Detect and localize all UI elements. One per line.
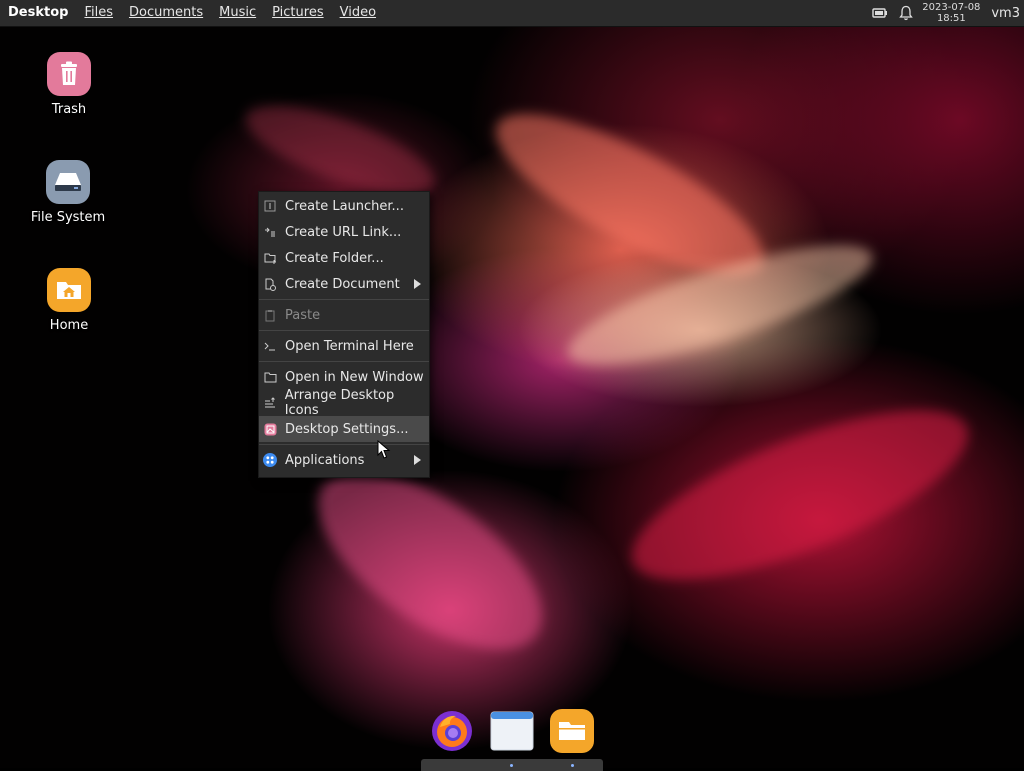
menu-item-label: Create Launcher... — [285, 198, 404, 214]
menu-item-label: Open Terminal Here — [285, 338, 414, 354]
launcher-icon — [263, 199, 277, 213]
menu-item-open-new-window[interactable]: Open in New Window — [259, 364, 429, 390]
menu-item-create-document[interactable]: Create Document — [259, 271, 429, 297]
menu-item-applications[interactable]: Applications — [259, 447, 429, 473]
submenu-arrow-icon — [414, 455, 421, 465]
window-icon — [490, 711, 534, 751]
drive-icon — [46, 160, 90, 204]
mouse-cursor-icon — [377, 440, 391, 459]
menu-item-create-folder[interactable]: Create Folder... — [259, 245, 429, 271]
menu-item-create-launcher[interactable]: Create Launcher... — [259, 193, 429, 219]
desktop-icon-trash[interactable]: Trash — [24, 52, 114, 117]
menu-item-label: Create Document — [285, 276, 400, 292]
paste-icon — [263, 308, 277, 322]
new-folder-icon — [263, 251, 277, 265]
new-document-icon — [263, 277, 277, 291]
home-folder-icon — [47, 268, 91, 312]
notification-bell-icon[interactable] — [893, 0, 919, 26]
files-icon — [559, 722, 585, 740]
dock-running-indicator — [571, 764, 574, 767]
menu-video[interactable]: Video — [332, 0, 384, 26]
user-menu[interactable]: vm3 — [983, 6, 1024, 21]
menu-documents[interactable]: Documents — [121, 0, 211, 26]
menu-separator — [259, 330, 429, 331]
menu-pictures-label: Pictures — [272, 5, 324, 20]
dock-window-app[interactable] — [490, 709, 534, 753]
menu-documents-label: Documents — [128, 5, 204, 20]
menu-desktop[interactable]: Desktop — [0, 0, 76, 26]
menu-item-label: Create Folder... — [285, 250, 384, 266]
menu-item-paste[interactable]: Paste — [259, 302, 429, 328]
menu-music[interactable]: Music — [211, 0, 264, 26]
menu-item-label: Arrange Desktop Icons — [284, 388, 395, 418]
menu-item-label: Create URL Link... — [285, 224, 402, 240]
terminal-icon — [263, 339, 277, 353]
desktop-icon-label: File System — [30, 210, 106, 225]
clock-date: 2023-07-08 — [922, 2, 981, 13]
desktop-context-menu: Create Launcher... Create URL Link... Cr… — [258, 191, 430, 478]
menu-pictures[interactable]: Pictures — [264, 0, 331, 26]
menu-files[interactable]: Files — [76, 0, 121, 26]
battery-icon[interactable] — [867, 0, 893, 26]
menu-item-label: Applications — [285, 452, 365, 468]
desktop-icon-file-system[interactable]: File System — [23, 160, 113, 225]
menu-item-arrange-icons[interactable]: Arrange Desktop Icons — [259, 388, 429, 418]
menu-separator — [259, 299, 429, 300]
trash-icon — [47, 52, 91, 96]
menu-item-label: Paste — [285, 307, 321, 323]
link-icon — [263, 225, 277, 239]
menu-item-create-url-link[interactable]: Create URL Link... — [259, 219, 429, 245]
clock-time: 18:51 — [936, 13, 966, 24]
dock-files[interactable] — [550, 709, 594, 753]
clock[interactable]: 2023-07-08 18:51 — [919, 2, 983, 24]
menu-files-label: Files — [84, 5, 113, 20]
menu-music-label: Music — [219, 5, 257, 20]
desktop-wallpaper[interactable] — [0, 0, 1024, 768]
desktop-icon-home[interactable]: Home — [24, 268, 114, 333]
menu-separator — [259, 361, 429, 362]
submenu-arrow-icon — [414, 279, 421, 289]
firefox-icon — [432, 711, 472, 751]
dock-running-indicator — [510, 764, 513, 767]
desktop-icon-label: Home — [49, 318, 89, 333]
menu-item-label: Open in New Window — [285, 369, 424, 385]
menu-video-label: Video — [339, 5, 377, 20]
desktop-settings-icon — [263, 422, 277, 436]
folder-window-icon — [263, 370, 277, 384]
arrange-icon — [263, 396, 277, 410]
menu-item-open-terminal[interactable]: Open Terminal Here — [259, 333, 429, 359]
dock-firefox[interactable] — [430, 709, 474, 753]
top-panel: Desktop Files Documents Music Pictures V… — [0, 0, 1024, 26]
menu-item-desktop-settings[interactable]: Desktop Settings... — [259, 416, 429, 442]
menu-separator — [259, 444, 429, 445]
menu-item-label: Desktop Settings... — [285, 421, 409, 437]
desktop-icon-label: Trash — [51, 102, 87, 117]
applications-icon — [263, 453, 277, 467]
